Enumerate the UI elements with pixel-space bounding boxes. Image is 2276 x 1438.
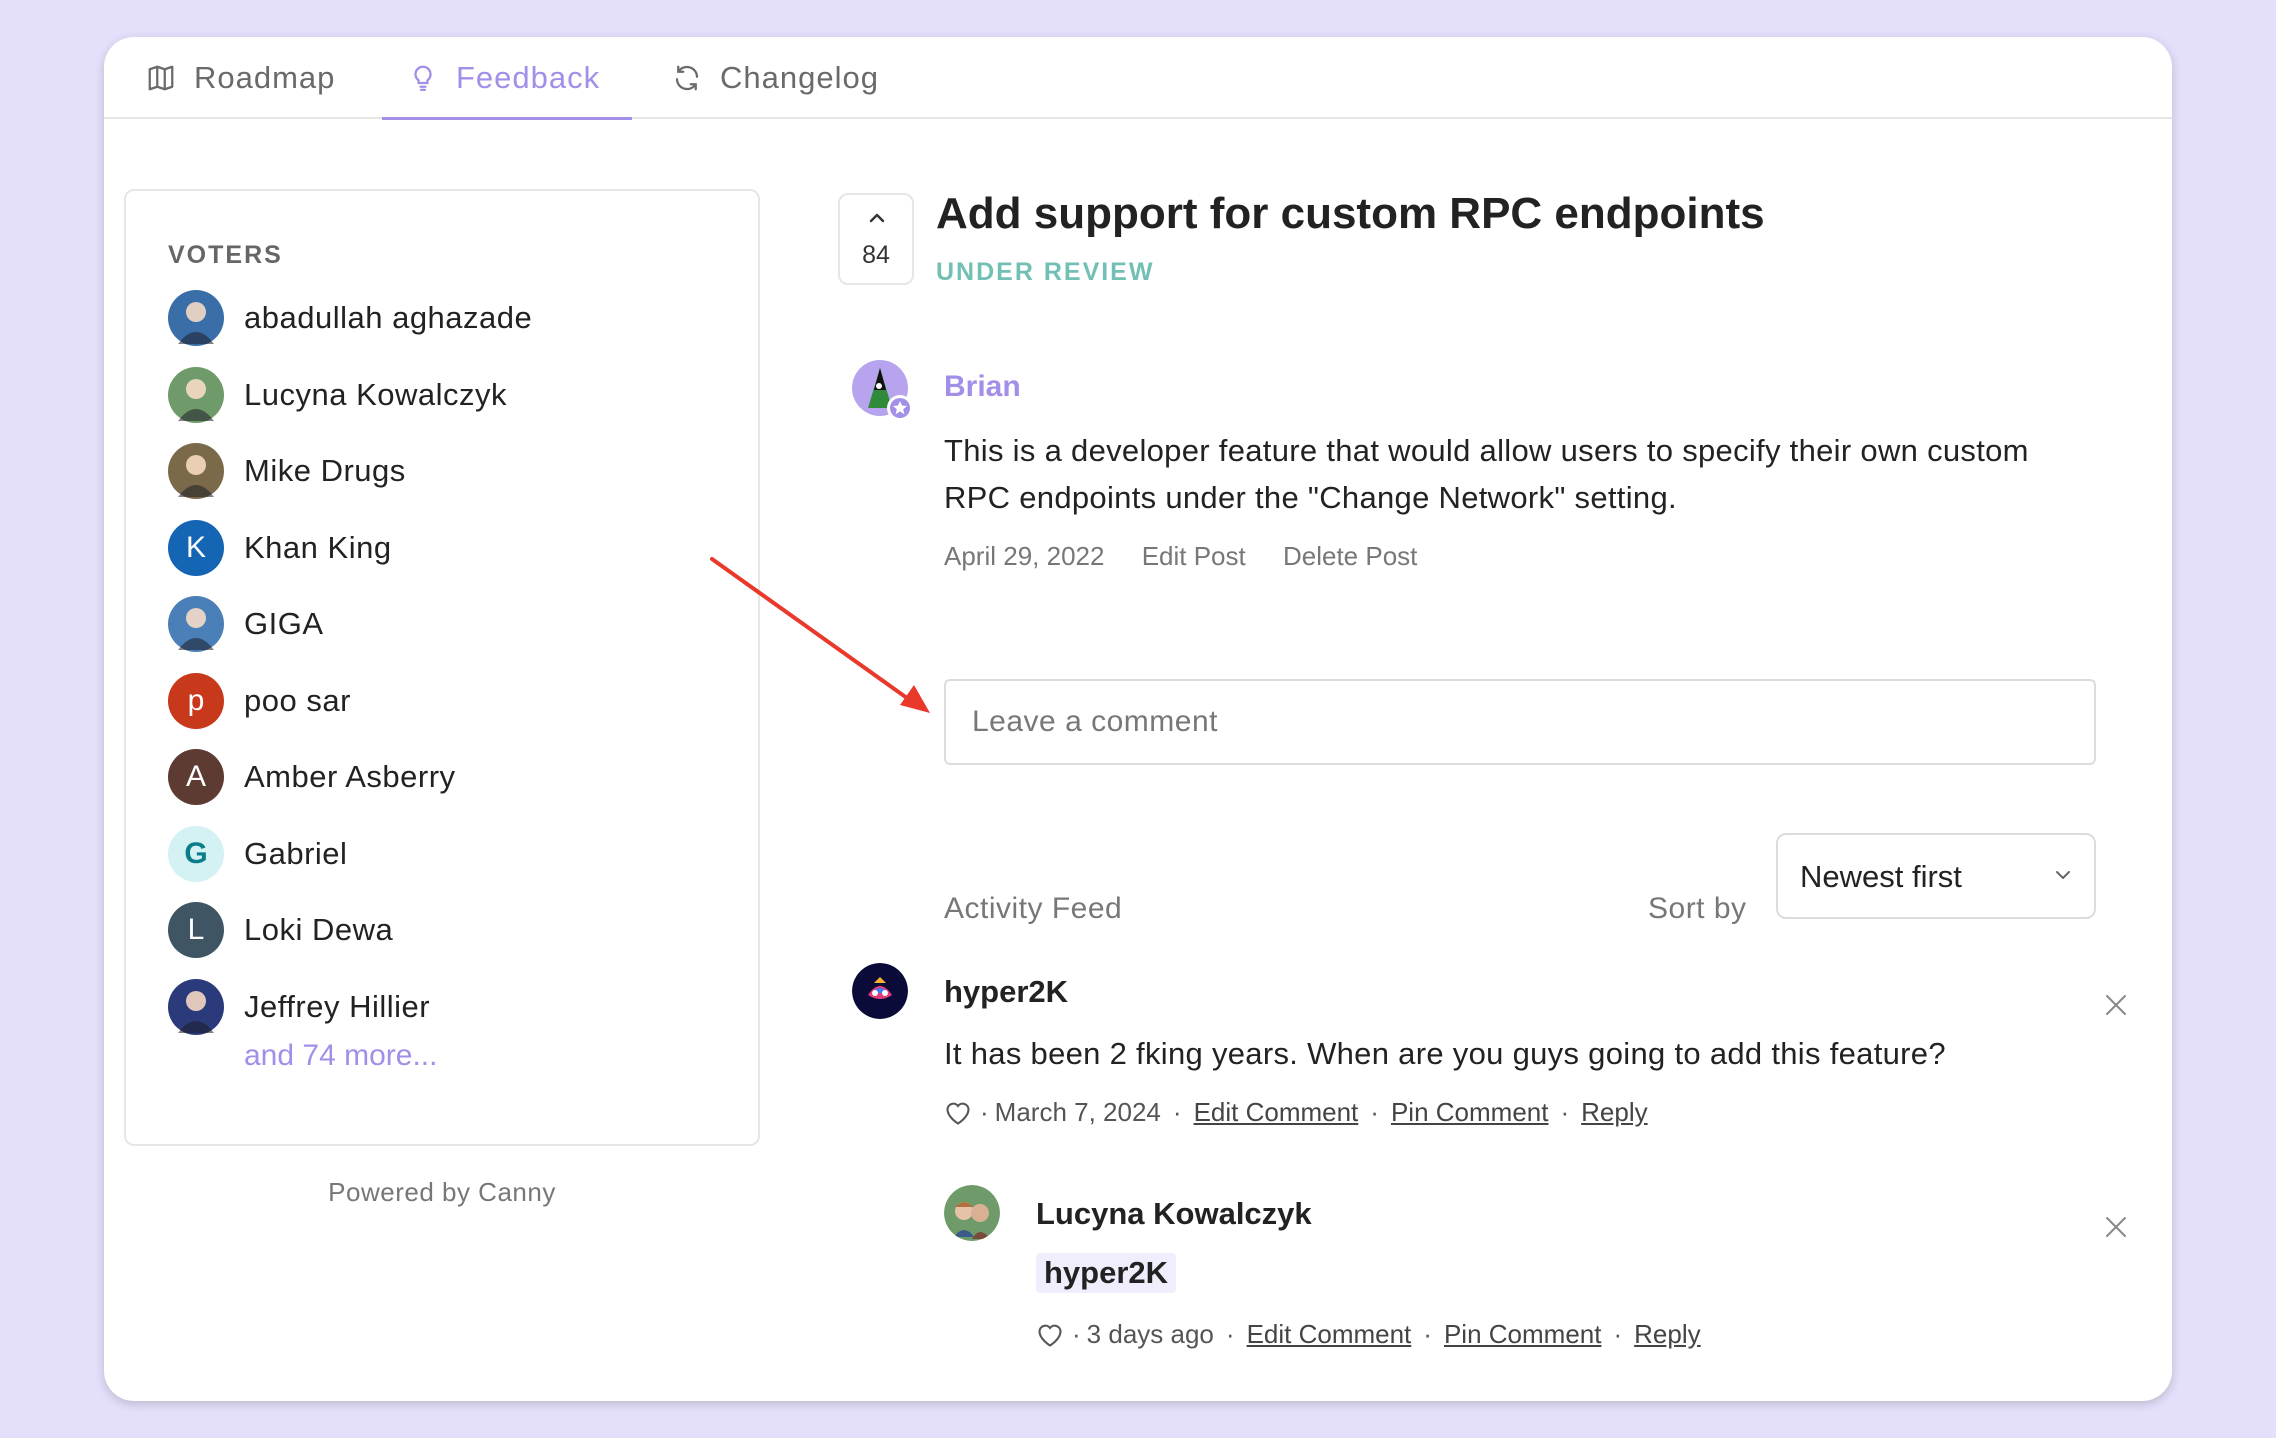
voters-title: VOTERS: [168, 241, 283, 269]
heart-icon[interactable]: [1036, 1322, 1064, 1348]
voter-avatar: [168, 290, 224, 346]
post-body-line-1: This is a developer feature that would a…: [944, 433, 2029, 468]
voter-avatar: [168, 978, 224, 1035]
post-meta: April 29, 2022 Edit Post Delete Post: [944, 541, 1447, 572]
delete-post-link[interactable]: Delete Post: [1283, 541, 1417, 571]
map-icon: [148, 65, 174, 91]
voter-avatar: [168, 596, 224, 652]
voter-item[interactable]: GIGA: [168, 595, 324, 653]
tab-bar: Roadmap Feedback Changelog: [104, 37, 2172, 120]
voter-name: Lucyna Kowalczyk: [244, 376, 508, 412]
pin-comment-link[interactable]: Pin Comment: [1391, 1097, 1549, 1128]
post-body: This is a developer feature that would a…: [944, 427, 2172, 521]
more-voters-link[interactable]: and 74 more...: [244, 1039, 437, 1073]
tab-roadmap-label: Roadmap: [194, 60, 336, 95]
reply-link[interactable]: Reply: [1634, 1319, 1700, 1350]
active-tab-indicator: [382, 117, 632, 120]
close-icon[interactable]: [2104, 993, 2128, 1017]
comment-meta: · March 7, 2024 · Edit Comment · Pin Com…: [944, 1097, 1648, 1128]
voter-item[interactable]: Lucyna Kowalczyk: [168, 366, 507, 424]
sort-select[interactable]: Newest first: [1776, 833, 2096, 919]
reply-author[interactable]: Lucyna Kowalczyk: [1036, 1196, 1312, 1232]
close-icon[interactable]: [2104, 1215, 2128, 1239]
voter-avatar: p: [168, 672, 224, 729]
refresh-icon: [675, 65, 699, 91]
pin-comment-link[interactable]: Pin Comment: [1444, 1319, 1602, 1350]
user-mention[interactable]: hyper2K: [1036, 1253, 1177, 1293]
reply-meta: · 3 days ago · Edit Comment · Pin Commen…: [1036, 1319, 1701, 1350]
voter-avatar: L: [168, 902, 224, 958]
voter-item[interactable]: abadullah aghazade: [168, 289, 532, 347]
voter-avatar: A: [168, 749, 224, 805]
voter-item[interactable]: Jeffrey Hillier: [168, 978, 430, 1036]
comment-text: It has been 2 fking years. When are you …: [944, 1036, 1946, 1071]
reply-date: 3 days ago: [1086, 1319, 1214, 1349]
tab-roadmap[interactable]: Roadmap: [146, 37, 335, 119]
heart-icon[interactable]: [944, 1100, 972, 1126]
voter-avatar: G: [168, 825, 224, 882]
tab-changelog-label: Changelog: [720, 60, 879, 95]
voter-name: abadullah aghazade: [244, 300, 533, 335]
voter-item[interactable]: A Amber Asberry: [168, 748, 456, 806]
chevron-down-icon: [2056, 871, 2070, 879]
voter-item[interactable]: G Gabriel: [168, 825, 347, 883]
chevron-up-icon: [869, 213, 885, 223]
upvote-button[interactable]: 84: [838, 193, 914, 285]
comment-input[interactable]: [944, 679, 2096, 765]
voter-name: GIGA: [244, 606, 324, 641]
comment-avatar: [852, 963, 908, 1019]
post-title: Add support for custom RPC endpoints: [936, 189, 1765, 238]
reply-link[interactable]: Reply: [1581, 1097, 1647, 1128]
status-badge: UNDER REVIEW: [936, 258, 1155, 286]
comment-date: March 7, 2024: [994, 1097, 1161, 1127]
voter-item[interactable]: L Loki Dewa: [168, 901, 393, 959]
app-window: Roadmap Feedback Changelog VOTERS abadul…: [104, 37, 2172, 1401]
edit-comment-link[interactable]: Edit Comment: [1247, 1319, 1412, 1350]
tab-feedback-label: Feedback: [456, 60, 601, 95]
lightbulb-icon: [414, 65, 432, 91]
sort-by-label: Sort by: [1648, 892, 1747, 925]
tab-changelog[interactable]: Changelog: [672, 37, 879, 119]
edit-comment-link[interactable]: Edit Comment: [1194, 1097, 1359, 1128]
voter-name: Khan King: [244, 529, 392, 565]
vote-count: 84: [862, 241, 890, 269]
voter-name: Mike Drugs: [244, 453, 406, 488]
voter-name: Loki Dewa: [244, 912, 394, 947]
comment-author[interactable]: hyper2K: [944, 974, 1068, 1010]
voter-avatar: K: [168, 519, 224, 576]
voter-item[interactable]: K Khan King: [168, 519, 392, 577]
voter-name: Jeffrey Hillier: [244, 988, 431, 1024]
post-date: April 29, 2022: [944, 541, 1105, 571]
tab-feedback[interactable]: Feedback: [408, 37, 600, 119]
voter-item[interactable]: Mike Drugs: [168, 442, 406, 500]
voter-name: Gabriel: [244, 835, 348, 871]
powered-by: Powered by Canny: [328, 1177, 556, 1207]
author-avatar: [852, 360, 913, 421]
post-body-line-2: RPC endpoints under the "Change Network"…: [944, 480, 1677, 515]
edit-post-link[interactable]: Edit Post: [1142, 541, 1246, 571]
voters-panel: VOTERS abadullah aghazade Lucyna Kowalczy…: [124, 189, 760, 1146]
author-name[interactable]: Brian: [944, 370, 1021, 404]
voter-avatar: [168, 366, 224, 423]
voter-name: poo sar: [244, 682, 351, 718]
voter-item[interactable]: p poo sar: [168, 672, 351, 730]
reply-avatar: [944, 1185, 1000, 1241]
activity-feed-label: Activity Feed: [944, 892, 1123, 925]
sort-value: Newest first: [1800, 859, 1962, 894]
voter-avatar: [168, 443, 224, 499]
voter-name: Amber Asberry: [244, 759, 456, 794]
